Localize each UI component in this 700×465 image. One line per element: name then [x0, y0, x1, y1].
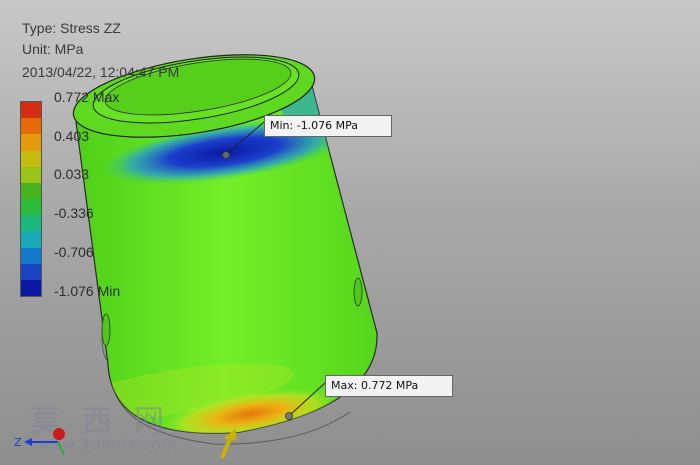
- legend-color-band: [21, 182, 41, 200]
- legend-color-band: [21, 231, 41, 248]
- legend-label: -0.336: [54, 205, 94, 221]
- legend-label: -0.706: [54, 244, 94, 260]
- legend-label: 0.033: [54, 166, 90, 182]
- legend-color-band: [21, 263, 41, 280]
- result-timestamp: 2013/04/22, 12:04:47 PM: [22, 64, 180, 80]
- legend-label-max: 0.772 Max: [54, 89, 120, 105]
- result-type: Type: Stress ZZ: [22, 20, 121, 36]
- legend-color-band: [21, 134, 41, 151]
- max-probe-label[interactable]: Max: 0.772 MPa: [325, 375, 453, 397]
- view-triad-icon[interactable]: Z: [12, 420, 72, 460]
- min-probe-label[interactable]: Min: -1.076 MPa: [264, 115, 392, 137]
- color-legend-bar: [20, 101, 42, 297]
- legend-color-band: [21, 118, 41, 135]
- legend-color-band: [21, 150, 41, 167]
- legend-label-min: -1.076 Min: [54, 283, 121, 299]
- legend-color-band: [21, 247, 41, 264]
- legend-color-band: [21, 166, 41, 183]
- legend-color-band: [21, 199, 41, 216]
- legend-color-band: [21, 102, 41, 119]
- result-unit: Unit: MPa: [22, 41, 84, 57]
- legend-label: 0.403: [54, 128, 90, 144]
- triad-z-label: Z: [14, 436, 22, 449]
- legend-color-band: [21, 279, 41, 297]
- legend-color-band: [21, 215, 41, 232]
